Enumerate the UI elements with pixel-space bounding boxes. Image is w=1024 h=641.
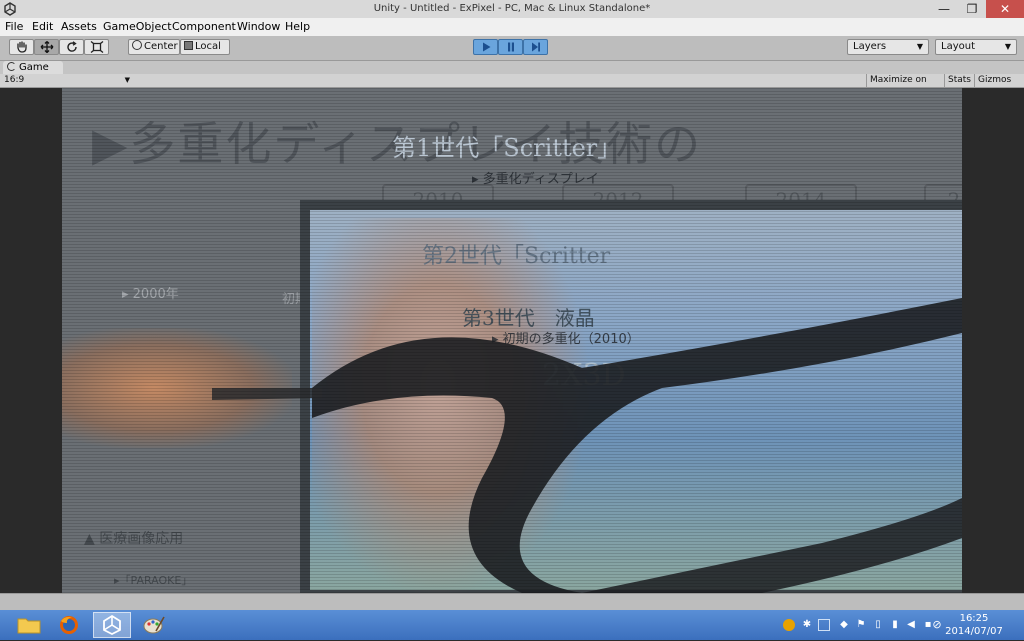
aspect-label: 16:9 [4,75,25,85]
folder-icon [17,618,41,634]
window-title: Unity - Untitled - ExPixel - PC, Mac & L… [373,3,651,14]
menu-assets[interactable]: Assets [61,20,97,33]
dropdown-arrow-icon: ▼ [124,76,130,84]
hand-tool-button[interactable] [9,39,34,55]
menu-edit[interactable]: Edit [32,20,53,33]
taskbar-paint[interactable] [134,612,172,638]
pivot-toggle-button[interactable]: Center [128,39,180,55]
space-toggle-button[interactable]: Local [180,39,230,55]
volume-icon[interactable]: ◀ [905,619,917,631]
menu-file[interactable]: File [5,20,23,33]
play-button[interactable] [473,39,498,55]
tray-diamond-icon[interactable]: ◆ [838,619,850,631]
layers-label: Layers [853,41,887,52]
game-tab-icon [7,62,16,71]
taskbar-file-explorer[interactable] [10,612,48,638]
dropdown-arrow-icon: ▼ [1004,42,1011,51]
step-icon [531,42,540,52]
close-button[interactable]: ✕ [986,0,1024,18]
windows-taskbar: ✱ ◆ ⚑ ▯ ▮ ◀ ▪ ⊘ 16:25 2014/07/07 [0,610,1024,640]
aspect-ratio-dropdown[interactable]: 16:9 ▼ [4,74,132,87]
move-arrows-icon [40,41,53,53]
layers-dropdown[interactable]: Layers ▼ [847,39,929,55]
scale-icon [90,41,103,53]
firefox-icon [60,616,78,634]
gizmos-dropdown[interactable]: Gizmos ▼ [974,74,1022,97]
tray-window-icon[interactable] [818,619,830,631]
tab-bar: Game [0,61,1024,74]
unity-logo-icon [103,614,121,636]
paint-palette-icon [143,616,165,634]
taskbar-unity[interactable] [93,612,131,638]
local-space-icon [184,41,193,50]
rotate-icon [66,41,77,52]
status-bar [0,593,1024,611]
maximize-on-play-toggle[interactable]: Maximize on Play [866,74,944,98]
toolbar: Center Local Layers ▼ Layout ▼ [0,36,1024,61]
window-titlebar: Unity - Untitled - ExPixel - PC, Mac & L… [0,0,1024,18]
rotate-tool-button[interactable] [59,39,84,55]
system-clock[interactable]: 16:25 2014/07/07 [934,612,1014,638]
pause-icon [507,42,514,52]
pivot-label: Center [144,41,178,52]
gizmos-label: Gizmos [978,75,1012,85]
menu-component[interactable]: Component [172,20,236,33]
game-render: ▶多重化ディスプレイ技術の 2010 2012 2014 2 ▸ 2000年 初… [62,88,962,593]
game-tab-label: Game [19,62,49,73]
layout-dropdown[interactable]: Layout ▼ [935,39,1017,55]
pivot-icon [132,40,142,50]
step-button[interactable] [523,39,548,55]
bluetooth-icon[interactable]: ✱ [801,619,813,631]
scale-tool-button[interactable] [84,39,109,55]
menu-gameobject[interactable]: GameObject [103,20,172,33]
space-label: Local [195,41,221,52]
layout-label: Layout [941,41,975,52]
tray-app-icon[interactable] [783,619,795,631]
stats-toggle[interactable]: Stats [944,74,974,87]
move-tool-button[interactable] [34,39,59,55]
action-center-flag-icon[interactable]: ⚑ [855,619,867,631]
maximize-button[interactable]: ❐ [958,0,986,18]
game-viewport[interactable]: ▶多重化ディスプレイ技術の 2010 2012 2014 2 ▸ 2000年 初… [0,88,1024,593]
hand-icon [16,41,27,53]
clock-time: 16:25 [959,613,989,624]
game-view-toolbar: 16:9 ▼ Maximize on Play Stats Gizmos ▼ [0,74,1024,98]
pause-button[interactable] [498,39,523,55]
dropdown-arrow-icon: ▼ [916,42,923,51]
minimize-button[interactable]: — [930,0,958,18]
power-icon[interactable]: ▯ [872,619,884,631]
taskbar-firefox[interactable] [50,612,88,638]
clock-date: 2014/07/07 [945,626,1003,637]
network-signal-icon[interactable]: ▮ [889,619,901,631]
menu-window[interactable]: Window [237,20,280,33]
menu-help[interactable]: Help [285,20,310,33]
play-icon [482,42,490,52]
menu-bar: File Edit Assets GameObject Component Wi… [0,18,1024,37]
glasses-frame-overlay [212,298,962,593]
tab-game[interactable]: Game [3,61,63,74]
